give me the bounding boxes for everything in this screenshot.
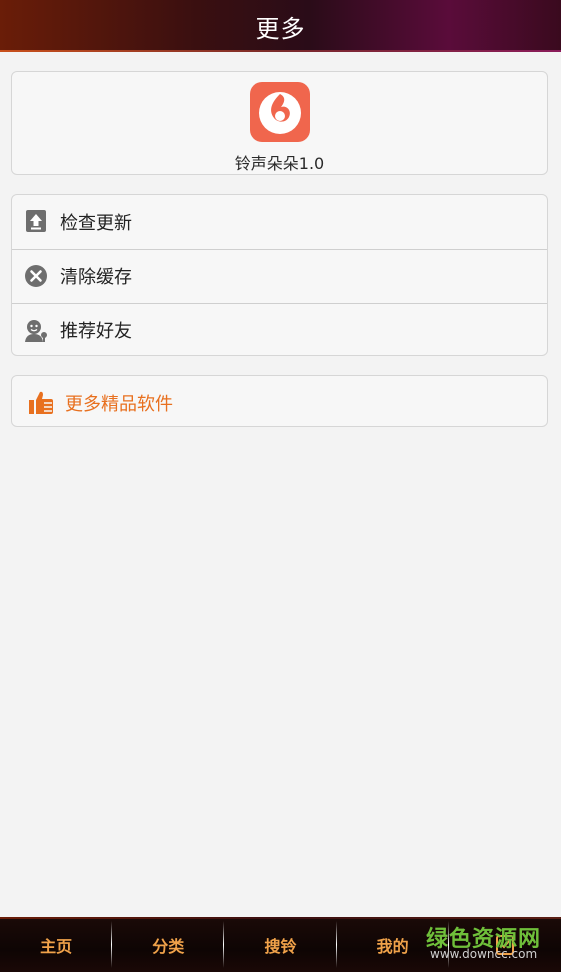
app-name-version: 铃声朵朵1.0 xyxy=(234,154,325,173)
check-update-label: 检查更新 xyxy=(60,212,132,234)
tab-mine-label: 我的 xyxy=(376,936,409,956)
tab-search-ringtone-label: 搜铃 xyxy=(264,936,297,956)
more-icon xyxy=(494,934,516,956)
more-apps-label: 更多精品软件 xyxy=(65,394,173,415)
settings-menu: 检查更新 清除缓存 推荐好友 xyxy=(11,194,548,356)
tab-home-label: 主页 xyxy=(40,936,73,956)
tab-home[interactable]: 主页 xyxy=(0,917,113,972)
recommend-friend-item[interactable]: 推荐好友 xyxy=(12,303,547,356)
music-note-icon xyxy=(250,82,310,142)
tab-category-label: 分类 xyxy=(152,936,185,956)
recommend-friend-icon xyxy=(24,318,48,342)
upload-update-icon xyxy=(24,209,48,233)
clear-circle-x-icon xyxy=(24,264,48,288)
check-update-item[interactable]: 检查更新 xyxy=(12,195,547,248)
tab-mine[interactable]: 我的 xyxy=(337,917,449,972)
header-bar: 更多 xyxy=(0,0,561,52)
bottom-nav-bar: 主页 分类 搜铃 我的 xyxy=(0,917,561,972)
thumbs-up-icon xyxy=(28,389,54,415)
clear-cache-label: 清除缓存 xyxy=(60,267,132,288)
clear-cache-item[interactable]: 清除缓存 xyxy=(12,249,547,302)
recommend-friend-label: 推荐好友 xyxy=(60,321,132,342)
tab-search-ringtone[interactable]: 搜铃 xyxy=(224,917,337,972)
page-title: 更多 xyxy=(255,14,306,43)
tab-category[interactable]: 分类 xyxy=(112,917,225,972)
more-apps-button[interactable]: 更多精品软件 xyxy=(11,375,548,427)
tab-more[interactable] xyxy=(449,917,561,972)
app-info-card: 铃声朵朵1.0 xyxy=(11,71,548,175)
